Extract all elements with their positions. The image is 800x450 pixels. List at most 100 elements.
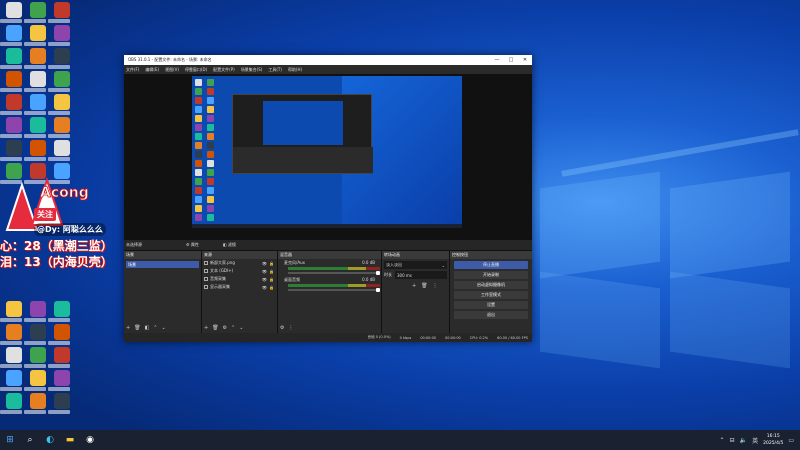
- desktop-app-icon[interactable]: [54, 140, 70, 156]
- desktop-app-icon[interactable]: [6, 94, 22, 110]
- desktop-app-icon[interactable]: [6, 25, 22, 41]
- desktop-app-icon[interactable]: [30, 393, 46, 409]
- obs-icon[interactable]: ◉: [80, 430, 100, 450]
- add-icon[interactable]: +: [126, 325, 130, 331]
- notification-icon[interactable]: ▭: [788, 437, 794, 444]
- menu-docks[interactable]: 停靠窗口(D): [185, 67, 207, 73]
- desktop-app-icon[interactable]: [54, 117, 70, 133]
- source-item[interactable]: 文本 (GDI+) 👁 🔒: [202, 267, 277, 275]
- virtual-camera-button[interactable]: 启动虚拟摄像机: [454, 281, 528, 289]
- desktop-app-icon[interactable]: [30, 48, 46, 64]
- properties-button[interactable]: ⚙ 属性: [186, 242, 211, 248]
- menu-scene-collection[interactable]: 场景集合(S): [241, 67, 263, 73]
- desktop-app-icon[interactable]: [30, 347, 46, 363]
- lock-icon[interactable]: 🔒: [269, 285, 274, 290]
- source-item[interactable]: 新部大家.png 👁 🔒: [202, 259, 277, 267]
- desktop-app-icon[interactable]: [30, 94, 46, 110]
- volume-icon[interactable]: 🔈: [740, 437, 747, 444]
- minimize-icon[interactable]: —: [490, 57, 504, 63]
- source-item[interactable]: 显示器采集 👁 🔒: [202, 283, 277, 291]
- settings-button[interactable]: 设置: [454, 301, 528, 309]
- obs-titlebar[interactable]: OBS 31.0.1 - 配置文件: 未命名 - 场景: 未命名 — □ ✕: [124, 55, 532, 65]
- volume-slider[interactable]: [288, 271, 380, 275]
- menu-icon[interactable]: ⋮: [288, 325, 293, 331]
- desktop-app-icon[interactable]: [30, 25, 46, 41]
- desktop-app-icon[interactable]: [30, 117, 46, 133]
- desktop-app-icon[interactable]: [30, 140, 46, 156]
- desktop-app-icon[interactable]: [54, 94, 70, 110]
- up-icon[interactable]: ⌃: [153, 325, 157, 331]
- desktop-app-icon[interactable]: [54, 25, 70, 41]
- maximize-icon[interactable]: □: [504, 57, 518, 63]
- desktop-app-icon[interactable]: [6, 2, 22, 18]
- desktop-app-icon[interactable]: [6, 140, 22, 156]
- obs-window[interactable]: OBS 31.0.1 - 配置文件: 未命名 - 场景: 未命名 — □ ✕ 文…: [124, 55, 532, 342]
- eye-icon[interactable]: 👁: [262, 269, 267, 274]
- scene-item[interactable]: 场景: [126, 261, 199, 268]
- desktop-app-icon[interactable]: [6, 370, 22, 386]
- source-item[interactable]: 音频采集 👁 🔒: [202, 275, 277, 283]
- clock[interactable]: 16:15 2025/4/5: [763, 433, 783, 447]
- menu-edit[interactable]: 编辑(E): [145, 67, 159, 73]
- up-icon[interactable]: ⌃: [231, 325, 235, 331]
- duration-input[interactable]: 300 ms: [395, 271, 447, 279]
- desktop-app-icon[interactable]: [30, 71, 46, 87]
- exit-button[interactable]: 退出: [454, 311, 528, 319]
- menu-icon[interactable]: ⋮: [433, 283, 438, 289]
- start-icon[interactable]: ⊞: [0, 430, 20, 450]
- down-icon[interactable]: ⌄: [162, 325, 166, 331]
- menu-tools[interactable]: 工具(T): [268, 67, 282, 73]
- desktop-app-icon[interactable]: [54, 71, 70, 87]
- desktop-app-icon[interactable]: [6, 324, 22, 340]
- start-recording-button[interactable]: 开始录制: [454, 271, 528, 279]
- preview-canvas[interactable]: [192, 76, 462, 228]
- eye-icon[interactable]: 👁: [262, 261, 267, 266]
- desktop-app-icon[interactable]: [6, 117, 22, 133]
- menu-profile[interactable]: 配置文件(P): [213, 67, 235, 73]
- desktop-app-icon[interactable]: [54, 393, 70, 409]
- add-icon[interactable]: +: [204, 325, 208, 331]
- delete-icon[interactable]: 🗑: [421, 283, 427, 289]
- chevron-up-icon[interactable]: ⌃: [720, 437, 725, 444]
- language-indicator[interactable]: 英: [752, 436, 758, 445]
- down-icon[interactable]: ⌄: [239, 325, 243, 331]
- lock-icon[interactable]: 🔒: [269, 269, 274, 274]
- menu-file[interactable]: 文件(F): [126, 67, 139, 73]
- desktop-app-icon[interactable]: [6, 48, 22, 64]
- gear-icon[interactable]: ⚙: [280, 325, 284, 331]
- studio-mode-button[interactable]: 工作室模式: [454, 291, 528, 299]
- desktop-app-icon[interactable]: [6, 393, 22, 409]
- desktop-app-icon[interactable]: [30, 324, 46, 340]
- transition-select[interactable]: 淡入淡出 ⌄: [384, 261, 447, 269]
- eye-icon[interactable]: 👁: [262, 277, 267, 282]
- add-icon[interactable]: +: [412, 283, 416, 289]
- desktop-app-icon[interactable]: [54, 2, 70, 18]
- lock-icon[interactable]: 🔒: [269, 261, 274, 266]
- desktop-app-icon[interactable]: [30, 301, 46, 317]
- delete-icon[interactable]: 🗑: [212, 325, 218, 331]
- close-icon[interactable]: ✕: [518, 57, 532, 63]
- desktop-app-icon[interactable]: [54, 324, 70, 340]
- folder-icon[interactable]: ▬: [60, 430, 80, 450]
- lock-icon[interactable]: 🔒: [269, 277, 274, 282]
- desktop-app-icon[interactable]: [6, 347, 22, 363]
- search-icon[interactable]: ⌕: [20, 430, 40, 450]
- desktop-app-icon[interactable]: [54, 48, 70, 64]
- stop-streaming-button[interactable]: 停止直播: [454, 261, 528, 269]
- menu-help[interactable]: 帮助(H): [288, 67, 302, 73]
- edge-icon[interactable]: ◐: [40, 430, 60, 450]
- desktop-app-icon[interactable]: [30, 2, 46, 18]
- desktop-app-icon[interactable]: [54, 301, 70, 317]
- network-icon[interactable]: ⊟: [730, 437, 735, 444]
- menu-view[interactable]: 视图(V): [165, 67, 179, 73]
- filters-button[interactable]: ◧ 滤镜: [223, 242, 248, 248]
- desktop-app-icon[interactable]: [54, 347, 70, 363]
- desktop-app-icon[interactable]: [30, 370, 46, 386]
- desktop-app-icon[interactable]: [54, 370, 70, 386]
- gear-icon[interactable]: ⚙: [223, 325, 227, 331]
- volume-slider[interactable]: [288, 288, 380, 292]
- filter-icon[interactable]: ◧: [145, 325, 150, 331]
- delete-icon[interactable]: 🗑: [134, 325, 140, 331]
- eye-icon[interactable]: 👁: [262, 285, 267, 290]
- desktop-app-icon[interactable]: [6, 71, 22, 87]
